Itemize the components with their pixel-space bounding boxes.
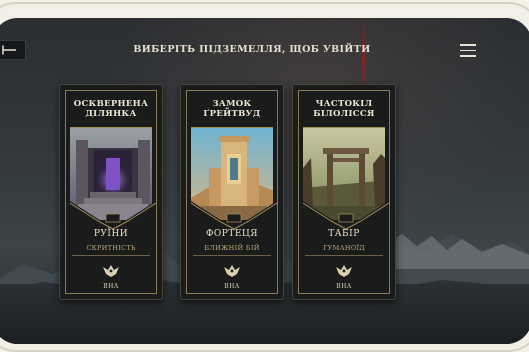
card-enter-label: ВНА: [336, 283, 352, 290]
card-subtitle: БЛИЖНІЙ БІЙ: [204, 244, 260, 252]
dungeon-card-fortress[interactable]: ЗАМОК ҐРЕЙТВУД ФОРТЕЦЯ БЛИЖНІЙ БІЙ ВНА: [180, 84, 284, 300]
hamburger-menu-icon: [460, 44, 476, 46]
card-subtitle: СКРИТНІСТЬ: [86, 244, 136, 252]
top-bar: ВИБЕРІТЬ ПІДЗЕМЕЛЛЯ, ЩОБ УВІЙТИ: [0, 18, 529, 74]
card-divider: [72, 255, 150, 256]
game-screen: ВИБЕРІТЬ ПІДЗЕМЕЛЛЯ, ЩОБ УВІЙТИ ОСКВЕРНЕ…: [0, 18, 529, 344]
card-type: РУЇНИ: [93, 229, 129, 239]
card-divider: [305, 255, 383, 256]
dungeon-card-camp[interactable]: ЧАСТОКІЛ БІЛОЛІССЯ ТАБІР ГУМАНОЇД ВНА: [292, 84, 396, 300]
device-frame: ВИБЕРІТЬ ПІДЗЕМЕЛЛЯ, ЩОБ УВІЙТИ ОСКВЕРНЕ…: [0, 2, 529, 352]
card-type: ФОРТЕЦЯ: [205, 229, 259, 239]
card-subtitle: ГУМАНОЇД: [323, 244, 365, 252]
card-divider: [193, 255, 271, 256]
bird-emblem-icon: [187, 263, 277, 279]
card-title: ЧАСТОКІЛ БІЛОЛІССЯ: [313, 99, 375, 119]
card-title: ЗАМОК ҐРЕЙТВУД: [203, 99, 261, 119]
bird-emblem-icon: [299, 263, 389, 279]
card-frame: ЗАМОК ҐРЕЙТВУД ФОРТЕЦЯ БЛИЖНІЙ БІЙ ВНА: [186, 90, 278, 294]
card-enter-label: ВНА: [103, 283, 119, 290]
page-title: ВИБЕРІТЬ ПІДЗЕМЕЛЛЯ, ЩОБ УВІЙТИ: [133, 44, 371, 55]
card-enter-label: ВНА: [224, 283, 240, 290]
card-frame: ОСКВЕРНЕНА ДІЛЯНКА РУЇНИ СКРИТНІСТЬ ВНА: [65, 90, 157, 294]
menu-button[interactable]: [460, 44, 476, 57]
bird-emblem-icon: [66, 263, 156, 279]
card-type: ТАБІР: [328, 229, 360, 239]
dungeon-card-ruins[interactable]: ОСКВЕРНЕНА ДІЛЯНКА РУЇНИ СКРИТНІСТЬ ВНА: [59, 84, 163, 300]
card-frame: ЧАСТОКІЛ БІЛОЛІССЯ ТАБІР ГУМАНОЇД ВНА: [298, 90, 390, 294]
card-title: ОСКВЕРНЕНА ДІЛЯНКА: [73, 99, 149, 119]
dungeon-card-list: ОСКВЕРНЕНА ДІЛЯНКА РУЇНИ СКРИТНІСТЬ ВНА …: [59, 84, 404, 300]
